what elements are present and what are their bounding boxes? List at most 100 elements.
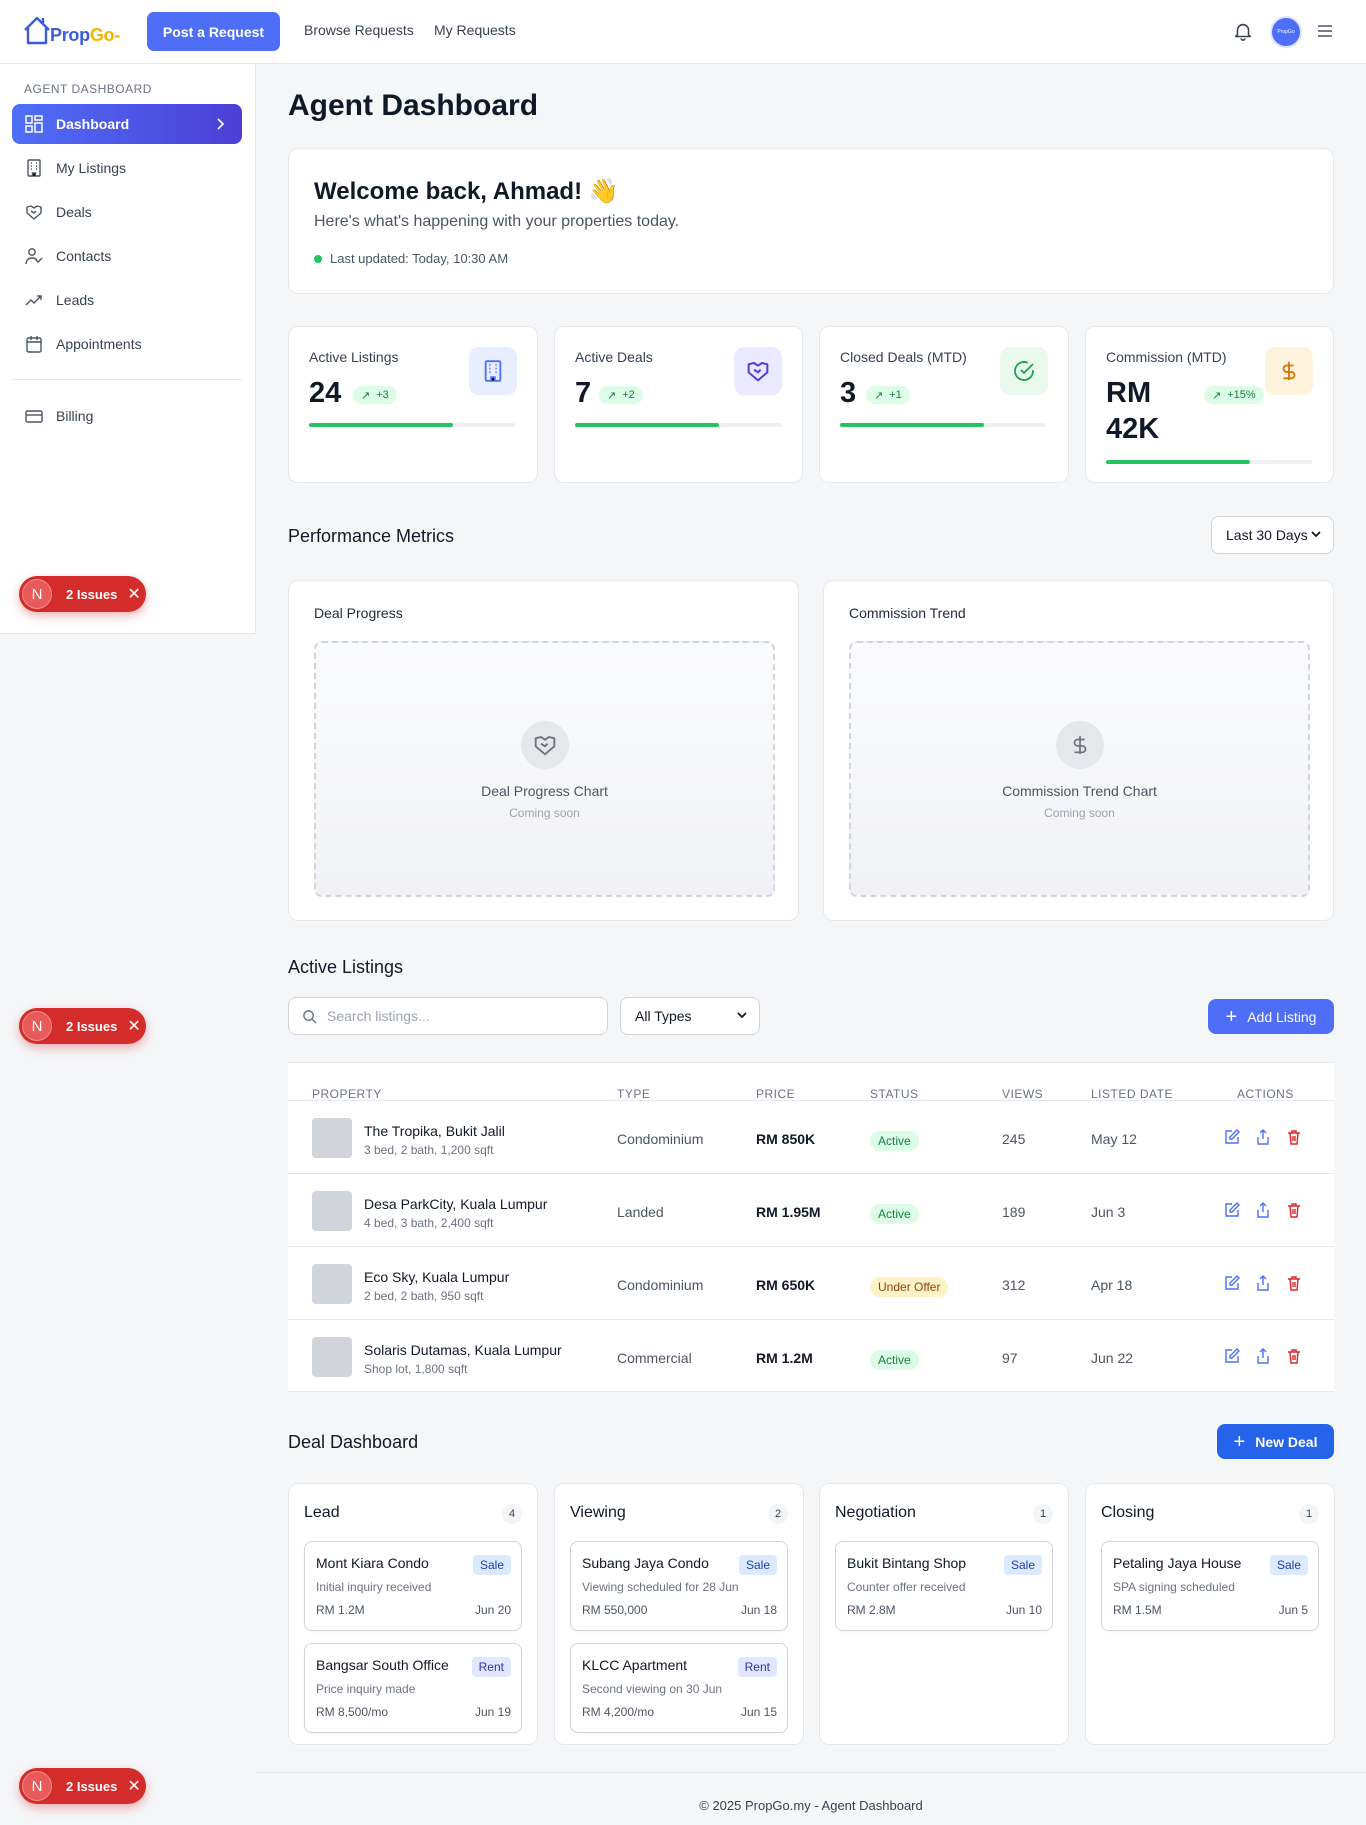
sidebar-item-billing[interactable]: Billing [12,396,242,436]
table-row[interactable]: Eco Sky, Kuala Lumpur 2 bed, 2 bath, 950… [288,1247,1334,1320]
deal-dashboard-title: Deal Dashboard [288,1432,419,1452]
stat-card-commission[interactable]: Commission (MTD) RM 42K ↗ +15% [1085,326,1334,483]
deal-date: Jun 19 [474,1705,511,1719]
issues-badge[interactable]: N 2 Issues ✕ [19,576,146,612]
table-row[interactable]: The Tropika, Bukit Jalil 3 bed, 2 bath, … [288,1101,1334,1174]
stat-label: Closed Deals (MTD) [840,349,967,365]
property-name[interactable]: The Tropika, Bukit Jalil [364,1123,505,1139]
handshake-icon [24,202,44,222]
chart-placeholder-note: Coming soon [1044,806,1115,820]
column-header[interactable]: VIEWS [1002,1087,1043,1101]
handshake-icon [520,721,569,769]
column-header[interactable]: TYPE [617,1087,650,1101]
issues-badge[interactable]: N 2 Issues ✕ [19,1768,146,1804]
column-header[interactable]: PRICE [756,1087,795,1101]
sidebar-item-appointments[interactable]: Appointments [12,324,242,364]
edit-icon[interactable] [1224,1275,1240,1291]
close-icon[interactable]: ✕ [127,584,140,604]
page-title: Agent Dashboard [288,89,539,122]
deal-price: RM 2.8M [847,1603,896,1617]
progress-fill [840,423,985,427]
deal-date: Jun 5 [1278,1603,1308,1617]
dollar-icon [1055,721,1104,769]
propgo-logo[interactable]: PropGo- [22,14,120,46]
delete-icon[interactable] [1286,1275,1302,1291]
calendar-icon [24,334,44,354]
deal-card[interactable]: KLCC Apartment Rent Second viewing on 30… [570,1643,788,1733]
table-row[interactable]: Solaris Dutamas, Kuala Lumpur Shop lot, … [288,1320,1334,1393]
sidebar-item-dashboard[interactable]: Dashboard [12,104,242,144]
deal-card[interactable]: Bangsar South Office Rent Price inquiry … [304,1643,522,1733]
edit-icon[interactable] [1224,1348,1240,1364]
share-icon[interactable] [1255,1129,1271,1145]
delete-icon[interactable] [1286,1129,1302,1145]
avatar-text: PropGo [1277,29,1295,35]
table-row[interactable]: Desa ParkCity, Kuala Lumpur 4 bed, 3 bat… [288,1174,1334,1247]
property-type: Condominium [617,1277,704,1293]
share-icon[interactable] [1255,1202,1271,1218]
sidebar-item-contacts[interactable]: Contacts [12,236,242,276]
property-name[interactable]: Eco Sky, Kuala Lumpur [364,1269,509,1285]
property-name[interactable]: Solaris Dutamas, Kuala Lumpur [364,1342,562,1358]
deal-card[interactable]: Bukit Bintang Shop Sale Counter offer re… [835,1541,1053,1631]
footer: © 2025 PropGo.my - Agent Dashboard [256,1772,1366,1825]
column-header[interactable]: STATUS [870,1087,919,1101]
edit-icon[interactable] [1224,1129,1240,1145]
hamburger-menu-icon[interactable] [1316,23,1334,39]
stat-card-active-deals[interactable]: Active Deals 7 ↗ +2 [554,326,803,483]
search-box[interactable] [288,997,608,1035]
sidebar-item-deals[interactable]: Deals [12,192,242,232]
nav-my-requests[interactable]: My Requests [434,22,516,38]
sidebar-item-label: Appointments [56,336,142,352]
share-icon[interactable] [1255,1348,1271,1364]
property-thumbnail [312,1118,352,1158]
stat-card-closed-deals[interactable]: Closed Deals (MTD) 3 ↗ +1 [819,326,1069,483]
deal-price: RM 4,200/mo [582,1705,655,1719]
column-header[interactable]: PROPERTY [312,1087,382,1101]
deal-card[interactable]: Mont Kiara Condo Sale Initial inquiry re… [304,1541,522,1631]
deal-name: KLCC Apartment [582,1657,688,1673]
issues-badge[interactable]: N 2 Issues ✕ [19,1008,146,1044]
stat-value: 7 [575,377,592,409]
deal-tag: Sale [738,1555,777,1575]
stat-change-badge: ↗ +2 [599,386,643,404]
deal-date: Jun 10 [1005,1603,1042,1617]
stat-change-badge: ↗ +1 [866,386,910,404]
kanban-column-viewing: Viewing 2 Subang Jaya Condo Sale Viewing… [554,1483,804,1745]
property-name[interactable]: Desa ParkCity, Kuala Lumpur [364,1196,547,1212]
deal-card[interactable]: Subang Jaya Condo Sale Viewing scheduled… [570,1541,788,1631]
stat-change-badge: ↗ +3 [353,386,397,404]
type-filter-select[interactable]: All Types [620,997,760,1035]
progress-fill [309,423,454,427]
delete-icon[interactable] [1286,1348,1302,1364]
share-icon[interactable] [1255,1275,1271,1291]
close-icon[interactable]: ✕ [127,1016,140,1036]
date-range-select[interactable]: Last 30 Days [1211,516,1334,554]
column-header[interactable]: LISTED DATE [1091,1087,1173,1101]
notification-bell-icon[interactable] [1232,20,1254,42]
stat-value: RM 42K [1106,377,1160,445]
sidebar-item-my-listings[interactable]: My Listings [12,148,242,188]
deal-tag: Rent [471,1657,511,1677]
deal-card[interactable]: Petaling Jaya House Sale SPA signing sch… [1101,1541,1319,1631]
sidebar-item-leads[interactable]: Leads [12,280,242,320]
add-listing-button[interactable]: + Add Listing [1208,999,1334,1034]
issues-logo-icon: N [22,579,52,609]
close-icon[interactable]: ✕ [127,1776,140,1796]
nav-browse-requests[interactable]: Browse Requests [304,22,414,38]
issues-label: 2 Issues [66,1018,118,1034]
progress-fill [575,423,720,427]
stat-card-active-listings[interactable]: Active Listings 24 ↗ +3 [288,326,538,483]
deal-progress-card: Deal Progress Deal Progress Chart Coming… [288,580,799,921]
post-request-button[interactable]: Post a Request [147,12,280,51]
search-input[interactable] [327,1008,587,1024]
delete-icon[interactable] [1286,1202,1302,1218]
dashboard-icon [24,114,44,134]
new-deal-button[interactable]: + New Deal [1217,1424,1334,1459]
property-views: 245 [1002,1131,1026,1147]
user-avatar[interactable]: PropGo [1270,16,1302,48]
edit-icon[interactable] [1224,1202,1240,1218]
column-count: 2 [768,1504,788,1524]
chevron-right-icon [217,118,225,130]
sidebar-divider [12,379,242,380]
